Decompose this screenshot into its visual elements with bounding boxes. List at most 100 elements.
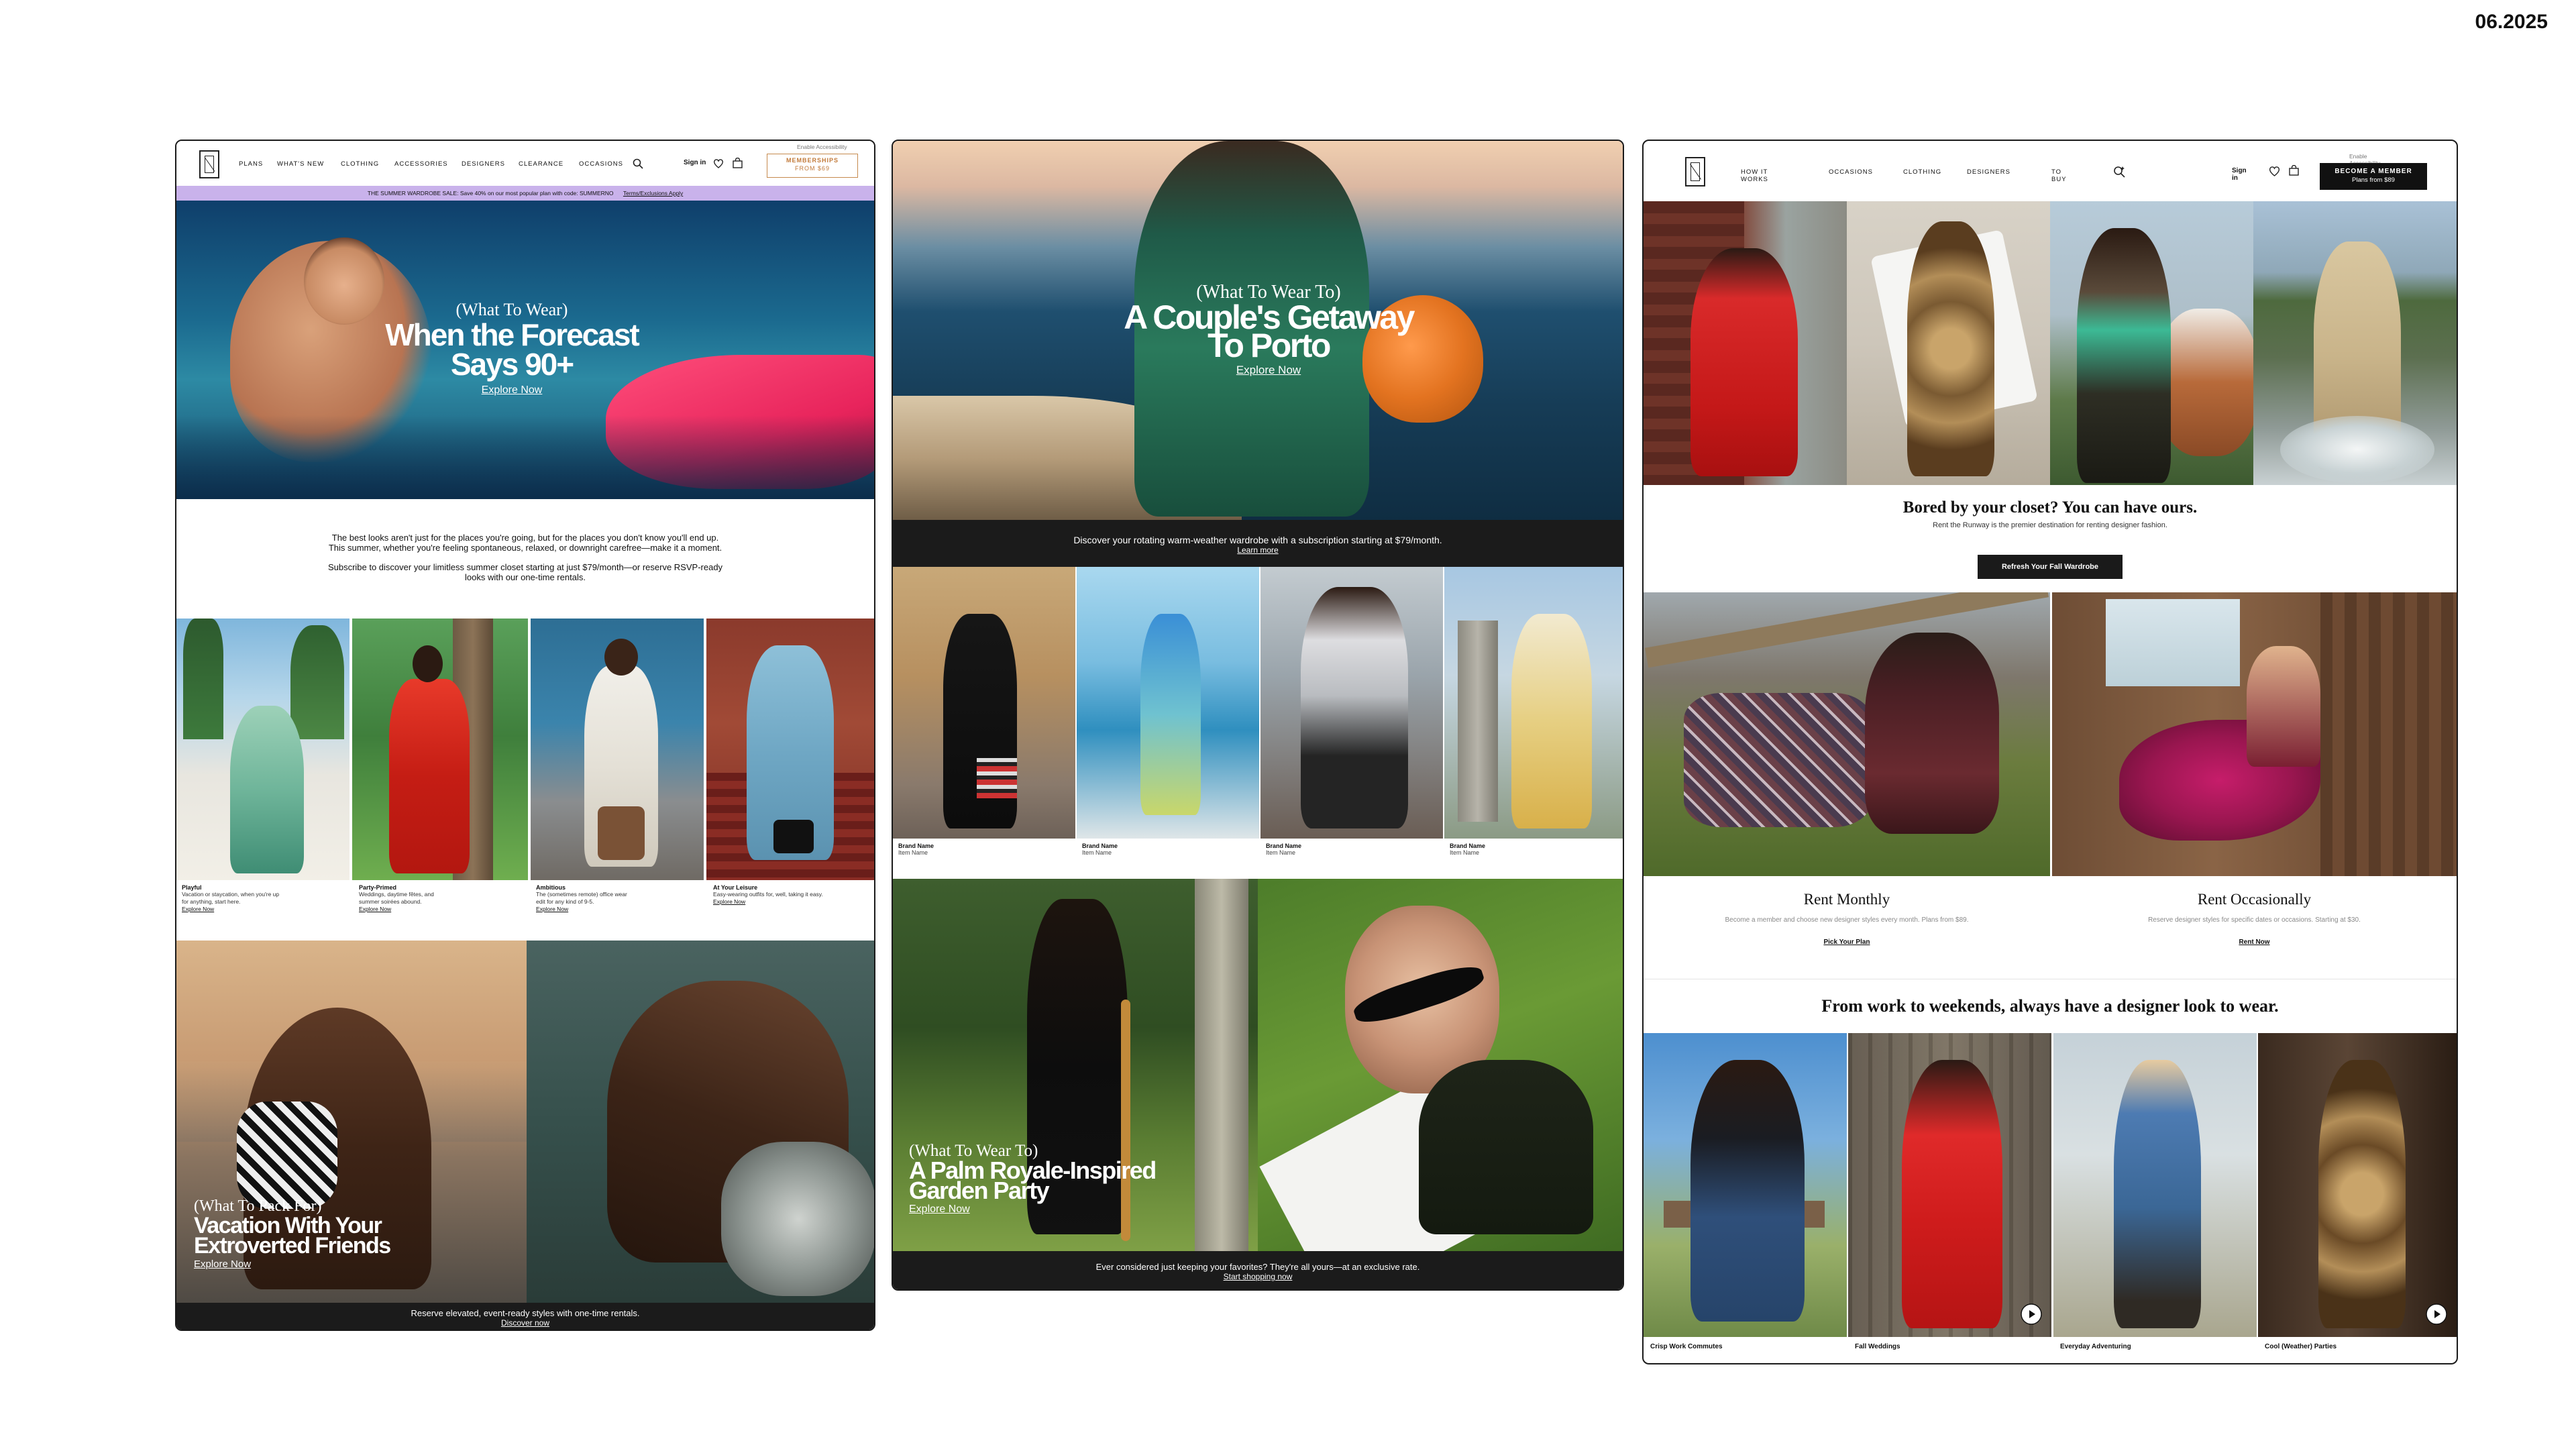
look-image-work[interactable] <box>1644 1033 1847 1337</box>
tile-title: Playful <box>182 884 202 891</box>
refresh-wardrobe-button[interactable]: Refresh Your Fall Wardrobe <box>1978 555 2123 579</box>
nav-designers[interactable]: DESIGNERS <box>462 160 505 168</box>
hero-image-water-splash <box>2253 201 2457 485</box>
closet-pitch: Bored by your closet? You can have ours.… <box>1644 498 2457 529</box>
pack-title-line2: Extroverted Friends <box>194 1233 391 1258</box>
tile-caption-playful: Playful Vacation or staycation, when you… <box>182 884 343 913</box>
rent-now-link[interactable]: Rent Now <box>2052 938 2457 946</box>
product-image-4[interactable] <box>1444 567 1623 839</box>
product-caption-2: Brand Name Item Name <box>1082 843 1118 856</box>
pack-explore-link[interactable]: Explore Now <box>194 1258 496 1270</box>
tile-caption-ambitious: Ambitious The (sometimes remote) office … <box>536 884 697 913</box>
tile-image-leisure[interactable] <box>706 619 874 880</box>
learn-more-link[interactable]: Learn more <box>893 545 1623 555</box>
nav-designers[interactable]: DESIGNERS <box>1967 168 2010 176</box>
look-image-adventure[interactable] <box>2053 1033 2257 1337</box>
hero-image-horse <box>2050 201 2253 485</box>
nav-plans[interactable]: PLANS <box>239 160 263 168</box>
pick-plan-link[interactable]: Pick Your Plan <box>1644 938 2050 946</box>
look-label-party[interactable]: Cool (Weather) Parties <box>2265 1343 2337 1350</box>
hero-image-red-dress <box>1644 201 1847 485</box>
tile-explore-link[interactable]: Explore Now <box>182 906 343 913</box>
brand-name: Brand Name <box>1266 843 1302 849</box>
play-video-icon[interactable] <box>2021 1303 2042 1325</box>
intro-line2: This summer, whether you're feeling spon… <box>328 543 722 553</box>
product-image-2[interactable] <box>1077 567 1259 839</box>
heart-icon[interactable] <box>713 158 724 168</box>
rent-monthly-image[interactable] <box>1644 592 2050 876</box>
tile-explore-link[interactable]: Explore Now <box>359 906 520 913</box>
brand-logo-icon[interactable] <box>199 150 219 178</box>
subscription-bar: Discover your rotating warm-weather ward… <box>893 520 1623 567</box>
product-image-1[interactable] <box>893 567 1075 839</box>
promo-terms-link[interactable]: Terms/Exclusions Apply <box>623 190 683 197</box>
rent-monthly-body: Become a member and choose new designer … <box>1725 916 1969 924</box>
nav-clearance[interactable]: CLEARANCE <box>519 160 564 168</box>
tile-explore-link[interactable]: Explore Now <box>713 898 871 906</box>
tile-title: At Your Leisure <box>713 884 758 891</box>
look-label-wedding[interactable]: Fall Weddings <box>1855 1343 1900 1350</box>
brand-logo-icon[interactable] <box>1685 157 1705 186</box>
member-price: Plans from $89 <box>2352 176 2395 184</box>
nav-accessories[interactable]: ACCESSORIES <box>394 160 448 168</box>
hero-title-line1: When the Forecast <box>385 317 640 352</box>
footer-link[interactable]: Discover now <box>176 1318 874 1328</box>
rent-monthly-title: Rent Monthly <box>1803 891 1890 908</box>
accessibility-link[interactable]: Enable Accessibility <box>797 144 847 150</box>
closet-headline: Bored by your closet? You can have ours. <box>1902 498 2198 517</box>
bag-icon[interactable] <box>2288 165 2300 176</box>
nav-occasions[interactable]: OCCASIONS <box>579 160 623 168</box>
item-name: Item Name <box>1082 849 1112 856</box>
tile-caption-leisure: At Your Leisure Easy-wearing outfits for… <box>713 884 871 906</box>
tile-body: for anything, start here. <box>182 898 241 905</box>
footer-link[interactable]: Start shopping now <box>893 1272 1623 1281</box>
item-name: Item Name <box>898 849 928 856</box>
play-video-icon[interactable] <box>2426 1303 2447 1325</box>
nav-how-it-works[interactable]: HOW IT WORKS <box>1741 168 1768 183</box>
top-nav: PLANS WHAT'S NEW CLOTHING ACCESSORIES DE… <box>176 141 874 186</box>
tile-caption-party: Party-Primed Weddings, daytime fêtes, an… <box>359 884 520 913</box>
look-image-party[interactable] <box>2258 1033 2457 1337</box>
bag-icon[interactable] <box>732 158 743 169</box>
tile-image-playful[interactable] <box>176 619 350 880</box>
sign-in-link[interactable]: Sign in <box>2232 167 2247 182</box>
footer-cta-bar: Ever considered just keeping your favori… <box>893 1251 1623 1289</box>
brand-name: Brand Name <box>1450 843 1486 849</box>
brand-name: Brand Name <box>898 843 934 849</box>
look-label-work[interactable]: Crisp Work Commutes <box>1650 1343 1723 1350</box>
nav-occasions[interactable]: OCCASIONS <box>1829 168 1873 176</box>
hero-explore-link[interactable]: Explore Now <box>1061 364 1477 377</box>
hero-text: (What To Wear To) A Couple's Getaway To … <box>1061 282 1477 377</box>
hero-image-leopard <box>1847 201 2050 485</box>
look-image-wedding[interactable] <box>1848 1033 2051 1337</box>
nav-clothing[interactable]: CLOTHING <box>341 160 379 168</box>
search-icon[interactable] <box>633 158 643 169</box>
subscription-text: Discover your rotating warm-weather ward… <box>1073 535 1442 545</box>
sign-in-link[interactable]: Sign in <box>684 159 706 166</box>
feature-image-sun-lounge <box>527 941 874 1303</box>
hero-title-line2: To Porto <box>1208 327 1331 364</box>
hero-explore-link[interactable]: Explore Now <box>378 384 646 396</box>
tile-image-ambitious[interactable] <box>531 619 704 880</box>
tile-body: Vacation or staycation, when you're up <box>182 891 280 898</box>
product-caption-1: Brand Name Item Name <box>898 843 934 856</box>
tile-image-party[interactable] <box>352 619 528 880</box>
membership-button[interactable]: MEMBERSHIPS FROM $69 <box>767 154 858 178</box>
rent-occasionally-image[interactable] <box>2052 592 2457 876</box>
nav-whats-new[interactable]: WHAT'S NEW <box>277 160 324 168</box>
product-image-3[interactable] <box>1260 567 1443 839</box>
product-caption-3: Brand Name Item Name <box>1266 843 1301 856</box>
nav-clothing[interactable]: CLOTHING <box>1903 168 1941 176</box>
search-sparkle-icon[interactable] <box>2113 166 2125 178</box>
heart-icon[interactable] <box>2269 166 2280 176</box>
membership-price: FROM $69 <box>794 165 830 172</box>
nav-to-buy[interactable]: TO BUY <box>2051 168 2067 183</box>
item-name: Item Name <box>1266 849 1296 856</box>
member-label: BECOME A MEMBER <box>2334 168 2412 175</box>
date-label: 06.2025 <box>2475 11 2548 33</box>
tile-body: Weddings, daytime fêtes, and <box>359 891 434 898</box>
look-label-adventure[interactable]: Everyday Adventuring <box>2060 1343 2131 1350</box>
tile-explore-link[interactable]: Explore Now <box>536 906 697 913</box>
become-member-button[interactable]: BECOME A MEMBER Plans from $89 <box>2320 163 2427 190</box>
garden-explore-link[interactable]: Explore Now <box>909 1203 1244 1216</box>
